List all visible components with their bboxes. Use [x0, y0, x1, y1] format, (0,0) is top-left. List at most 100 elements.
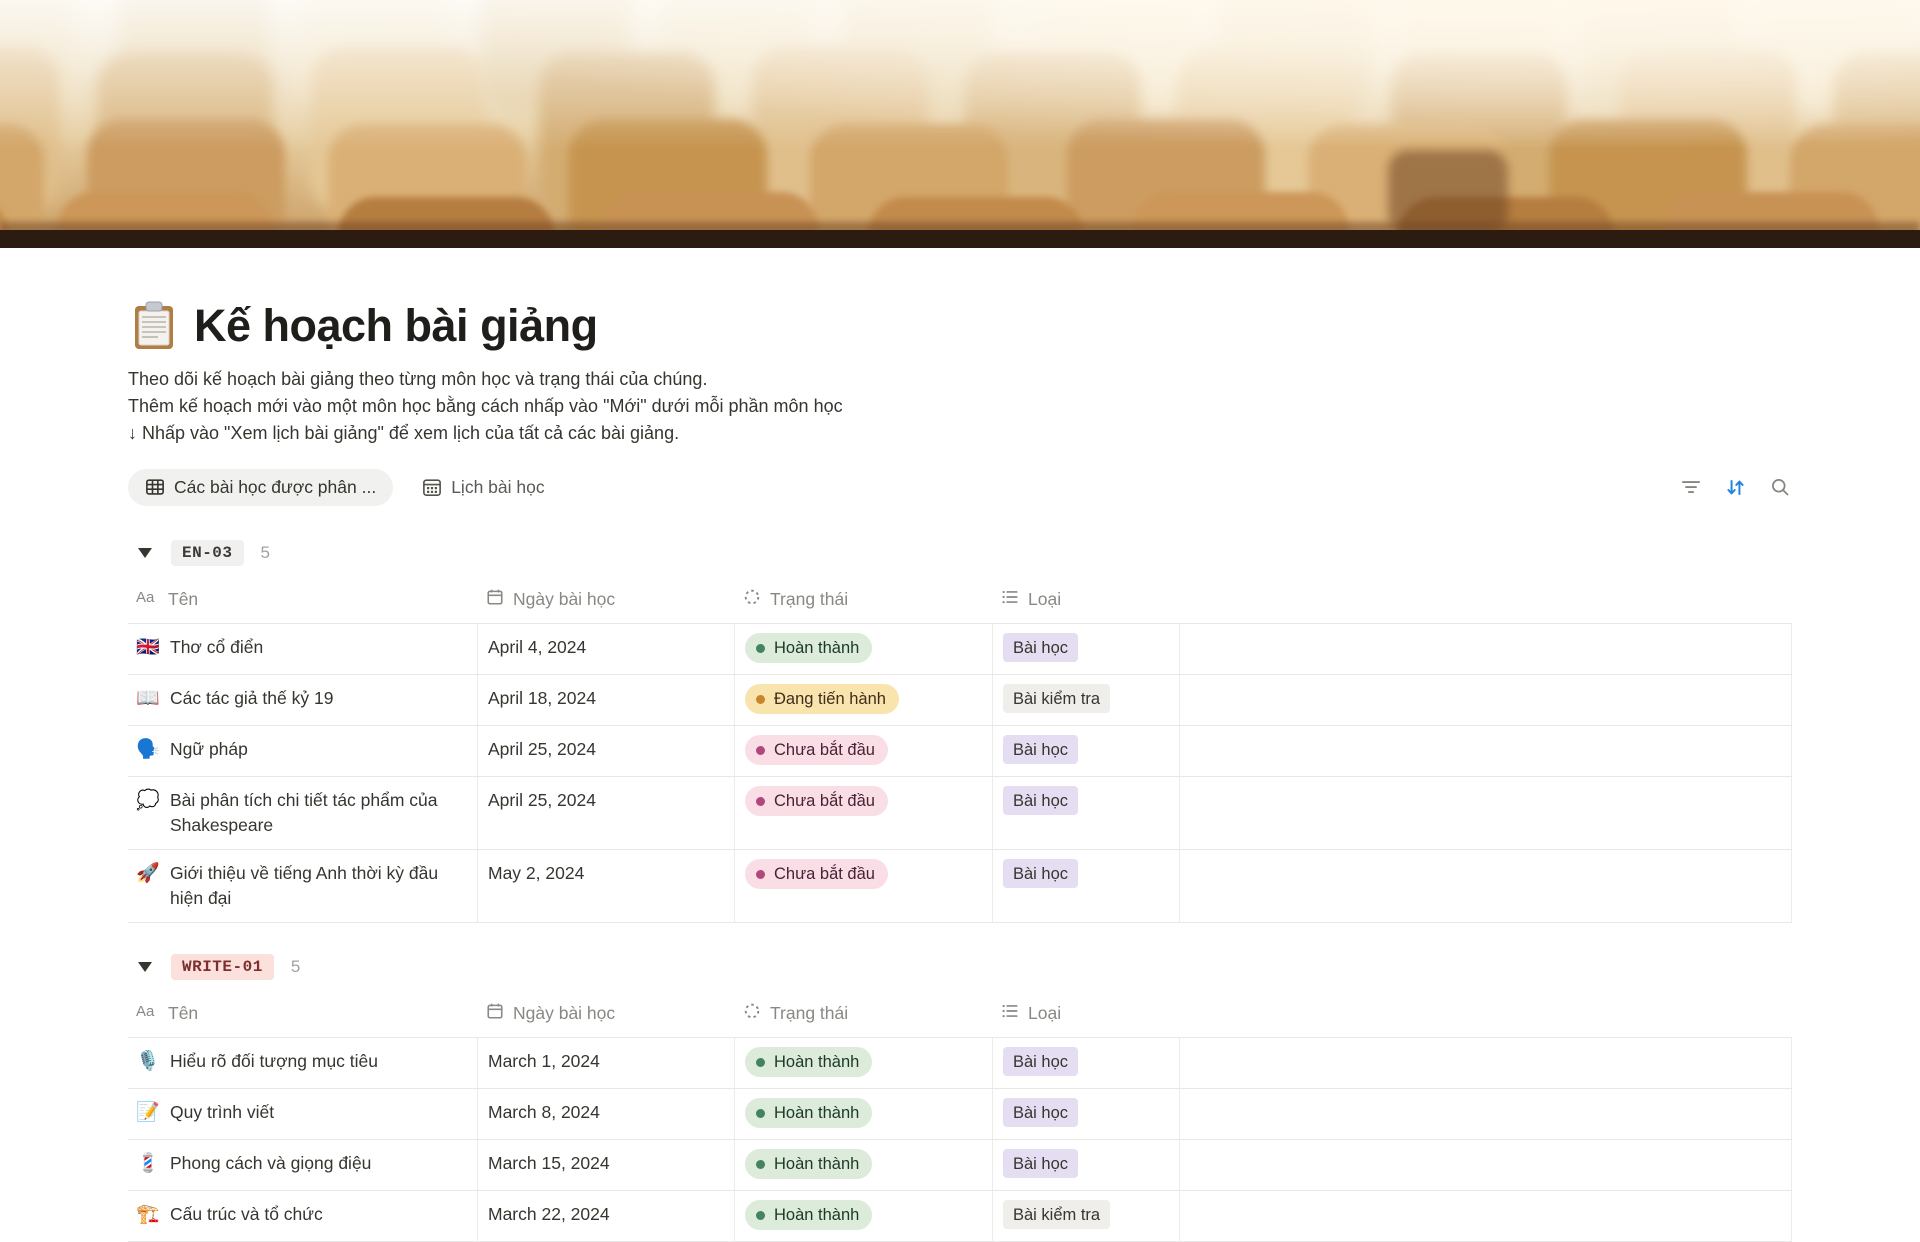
row-date-cell[interactable]: March 1, 2024: [478, 1038, 735, 1088]
row-date-cell[interactable]: March 15, 2024: [478, 1140, 735, 1190]
type-badge[interactable]: Bài học: [1003, 1149, 1078, 1178]
row-type-cell[interactable]: Bài học: [993, 726, 1180, 776]
type-badge[interactable]: Bài học: [1003, 735, 1078, 764]
cover-image[interactable]: [0, 0, 1920, 248]
row-empty-cell[interactable]: [1180, 850, 1792, 922]
status-badge[interactable]: Chưa bắt đầu: [745, 786, 888, 816]
type-badge[interactable]: Bài kiểm tra: [1003, 684, 1110, 713]
row-empty-cell[interactable]: [1180, 726, 1792, 776]
row-name-cell[interactable]: 📖Các tác giả thế kỷ 19: [128, 675, 478, 725]
row-empty-cell[interactable]: [1180, 1140, 1792, 1190]
row-empty-cell[interactable]: [1180, 1038, 1792, 1088]
status-badge[interactable]: Hoàn thành: [745, 1047, 872, 1077]
row-name-cell[interactable]: 💭Bài phân tích chi tiết tác phẩm của Sha…: [128, 777, 478, 849]
row-date-cell[interactable]: April 25, 2024: [478, 777, 735, 849]
status-badge[interactable]: Hoàn thành: [745, 1200, 872, 1230]
row-type-cell[interactable]: Bài học: [993, 1038, 1180, 1088]
row-name[interactable]: Phong cách và giọng điệu: [170, 1151, 371, 1176]
row-type-cell[interactable]: Bài học: [993, 777, 1180, 849]
row-status-cell[interactable]: Hoàn thành: [735, 1140, 993, 1190]
filter-icon[interactable]: [1681, 477, 1701, 497]
row-status-cell[interactable]: Chưa bắt đầu: [735, 726, 993, 776]
status-badge[interactable]: Hoàn thành: [745, 1149, 872, 1179]
row-name[interactable]: Các tác giả thế kỷ 19: [170, 686, 333, 711]
row-empty-cell[interactable]: [1180, 1089, 1792, 1139]
column-header[interactable]: Loại: [993, 1002, 1180, 1025]
group-collapse-toggle[interactable]: [138, 962, 152, 972]
row-emoji-icon: 🗣️: [136, 737, 160, 762]
row-type-cell[interactable]: Bài học: [993, 624, 1180, 674]
row-name-cell[interactable]: 🗣️ Ngữ pháp: [128, 726, 478, 776]
table-header-row: AaTênNgày bài họcTrạng tháiLoại: [128, 575, 1792, 624]
row-date-cell[interactable]: April 18, 2024: [478, 675, 735, 725]
row-name[interactable]: Cấu trúc và tổ chức: [170, 1202, 323, 1227]
row-name[interactable]: Bài phân tích chi tiết tác phẩm của Shak…: [170, 788, 467, 838]
table-row[interactable]: 🚀Giới thiệu về tiếng Anh thời kỳ đầu hiệ…: [128, 850, 1792, 923]
group-name-badge[interactable]: EN-03: [171, 540, 244, 566]
type-badge[interactable]: Bài kiểm tra: [1003, 1200, 1110, 1229]
row-name[interactable]: Hiểu rõ đối tượng mục tiêu: [170, 1049, 378, 1074]
page-title: Kế hoạch bài giảng: [194, 298, 598, 354]
row-type-cell[interactable]: Bài kiểm tra: [993, 675, 1180, 725]
row-date-cell[interactable]: May 2, 2024: [478, 850, 735, 922]
table-row[interactable]: 💭Bài phân tích chi tiết tác phẩm của Sha…: [128, 777, 1792, 850]
sort-icon[interactable]: [1725, 477, 1746, 498]
group-name-badge[interactable]: WRITE-01: [171, 954, 274, 980]
row-status-cell[interactable]: Hoàn thành: [735, 1038, 993, 1088]
row-status-cell[interactable]: Hoàn thành: [735, 624, 993, 674]
type-badge[interactable]: Bài học: [1003, 786, 1078, 815]
column-header[interactable]: Ngày bài học: [478, 588, 735, 611]
status-badge[interactable]: Chưa bắt đầu: [745, 859, 888, 889]
status-badge[interactable]: Hoàn thành: [745, 633, 872, 663]
row-name[interactable]: Quy trình viết: [170, 1100, 274, 1125]
table-row[interactable]: 🇬🇧Thơ cổ điểnApril 4, 2024 Hoàn thành Bài …: [128, 624, 1792, 675]
table-row[interactable]: 💈Phong cách và giọng điệuMarch 15, 2024 H…: [128, 1140, 1792, 1191]
column-header-label: Tên: [168, 1003, 198, 1024]
row-name[interactable]: Thơ cổ điển: [170, 635, 263, 660]
table-row[interactable]: 📝Quy trình viếtMarch 8, 2024 Hoàn thành Bà…: [128, 1089, 1792, 1140]
column-header[interactable]: Loại: [993, 588, 1180, 611]
row-name-cell[interactable]: 💈Phong cách và giọng điệu: [128, 1140, 478, 1190]
type-badge[interactable]: Bài học: [1003, 1047, 1078, 1076]
status-badge[interactable]: Chưa bắt đầu: [745, 735, 888, 765]
row-status-cell[interactable]: Chưa bắt đầu: [735, 850, 993, 922]
row-name-cell[interactable]: 🇬🇧Thơ cổ điển: [128, 624, 478, 674]
status-badge[interactable]: Đang tiến hành: [745, 684, 899, 714]
tab-lesson-calendar[interactable]: Lịch bài học: [405, 469, 561, 506]
row-empty-cell[interactable]: [1180, 777, 1792, 849]
row-type-cell[interactable]: Bài học: [993, 1140, 1180, 1190]
status-badge[interactable]: Hoàn thành: [745, 1098, 872, 1128]
row-date-cell[interactable]: April 4, 2024: [478, 624, 735, 674]
status-dot-icon: [756, 1109, 765, 1118]
table-row[interactable]: 📖Các tác giả thế kỷ 19April 18, 2024 Đang…: [128, 675, 1792, 726]
table-row[interactable]: 🗣️ Ngữ pháp April 25, 2024 Chưa bắt đầu Bài …: [128, 726, 1792, 777]
row-empty-cell[interactable]: [1180, 624, 1792, 674]
tab-assigned-lessons[interactable]: Các bài học được phân ...: [128, 469, 393, 506]
search-icon[interactable]: [1770, 477, 1790, 497]
row-type-cell[interactable]: Bài học: [993, 850, 1180, 922]
row-status-cell[interactable]: Chưa bắt đầu: [735, 777, 993, 849]
column-header[interactable]: Trạng thái: [735, 1002, 993, 1025]
type-badge[interactable]: Bài học: [1003, 859, 1078, 888]
column-header[interactable]: Ngày bài học: [478, 1002, 735, 1025]
column-header[interactable]: AaTên: [128, 588, 478, 611]
row-date-cell[interactable]: March 8, 2024: [478, 1089, 735, 1139]
row-name-cell[interactable]: 🚀Giới thiệu về tiếng Anh thời kỳ đầu hiệ…: [128, 850, 478, 922]
column-header[interactable]: AaTên: [128, 1002, 478, 1025]
row-name[interactable]: Giới thiệu về tiếng Anh thời kỳ đầu hiện…: [170, 861, 467, 911]
table-row[interactable]: 🎙️Hiểu rõ đối tượng mục tiêuMarch 1, 202…: [128, 1038, 1792, 1089]
type-badge[interactable]: Bài học: [1003, 1098, 1078, 1127]
row-name[interactable]: Ngữ pháp: [170, 737, 248, 762]
row-status-cell[interactable]: Đang tiến hành: [735, 675, 993, 725]
row-name-cell[interactable]: 🎙️Hiểu rõ đối tượng mục tiêu: [128, 1038, 478, 1088]
row-type-cell[interactable]: Bài học: [993, 1089, 1180, 1139]
row-empty-cell[interactable]: [1180, 675, 1792, 725]
calendar-view-icon: [422, 477, 442, 497]
group-collapse-toggle[interactable]: [138, 548, 152, 558]
group-row-count: 5: [261, 543, 270, 563]
column-header[interactable]: Trạng thái: [735, 588, 993, 611]
row-name-cell[interactable]: 📝Quy trình viết: [128, 1089, 478, 1139]
type-badge[interactable]: Bài học: [1003, 633, 1078, 662]
row-date-cell[interactable]: April 25, 2024: [478, 726, 735, 776]
row-status-cell[interactable]: Hoàn thành: [735, 1089, 993, 1139]
